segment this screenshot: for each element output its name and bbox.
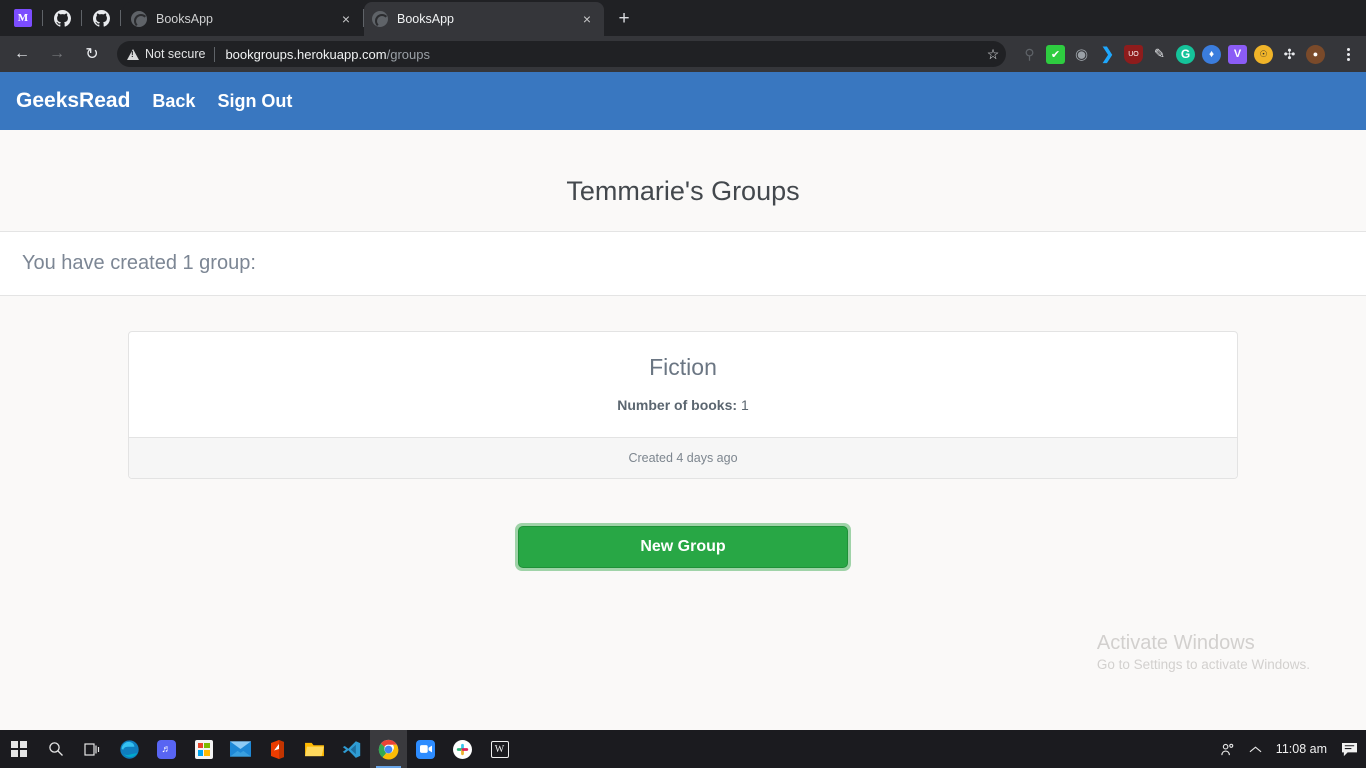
discord-icon[interactable]: ♬ [148, 730, 185, 768]
task-view-icon[interactable] [74, 730, 111, 768]
zoom-icon[interactable] [407, 730, 444, 768]
new-group-button-wrap: New Group [0, 523, 1366, 571]
group-title: Fiction [649, 354, 717, 380]
pen-icon[interactable]: ✎ [1150, 45, 1169, 64]
ethereum-icon[interactable]: ♦ [1202, 44, 1221, 64]
divider [214, 46, 216, 62]
office-icon[interactable] [259, 730, 296, 768]
checkmark-icon[interactable]: ✔ [1046, 44, 1065, 64]
forward-icon[interactable]: → [43, 40, 71, 68]
tab-title: BooksApp [156, 12, 213, 26]
divider [120, 10, 121, 26]
puzzle-extensions-icon[interactable]: ✣ [1280, 45, 1299, 64]
crescent-icon[interactable]: ❯ [1098, 45, 1117, 64]
security-status: Not secure [145, 47, 206, 61]
search-icon[interactable] [37, 730, 74, 768]
group-book-count: Number of books: 1 [145, 397, 1221, 413]
books-count: 1 [740, 397, 749, 413]
group-created-footer: Created 4 days ago [129, 437, 1237, 478]
books-label: Number of books: [617, 397, 738, 413]
pinned-tabs: M [6, 0, 123, 36]
nerd-face-icon[interactable]: ☉ [1254, 44, 1273, 64]
not-secure-warning-icon [127, 48, 139, 60]
group-count-alert: You have created 1 group: [0, 231, 1366, 296]
taskbar-items: ♬ W [0, 730, 518, 768]
chevron-up-icon[interactable] [1249, 745, 1262, 754]
tab-booksapp-1[interactable]: BooksApp × [123, 2, 363, 36]
back-icon[interactable]: ← [8, 40, 36, 68]
mail-icon[interactable] [222, 730, 259, 768]
start-button[interactable] [0, 730, 37, 768]
github-icon-2[interactable] [88, 5, 114, 31]
github-icon[interactable] [49, 5, 75, 31]
tab-strip: M BooksApp × BooksApp × + [0, 0, 1366, 36]
system-tray: 11:08 am [1220, 730, 1366, 768]
google-chrome-icon[interactable] [370, 730, 407, 768]
grammarly-icon[interactable]: G [1176, 44, 1195, 64]
file-explorer-icon[interactable] [296, 730, 333, 768]
clock[interactable]: 11:08 am [1276, 742, 1327, 756]
divider [42, 10, 43, 26]
people-icon[interactable] [1220, 742, 1235, 757]
card-body: Fiction Number of books: 1 [129, 332, 1237, 437]
favicon [131, 11, 148, 28]
extensions-row: ⚲ ✔ ◉ ❯ UO ✎ G ♦ V ☉ ✣ ● [1016, 43, 1358, 65]
focus-ring: New Group [515, 523, 851, 571]
ublock-origin-icon[interactable]: UO [1124, 44, 1143, 64]
url-path: /groups [386, 46, 430, 62]
notifications-icon[interactable] [1341, 742, 1358, 757]
page-title: Temmarie's Groups [566, 176, 800, 206]
watermark-subtitle: Go to Settings to activate Windows. [1096, 657, 1310, 672]
microsoft-edge-icon[interactable] [111, 730, 148, 768]
new-group-button[interactable]: New Group [518, 526, 848, 568]
tab-booksapp-2[interactable]: BooksApp × [364, 2, 604, 36]
nav-link-sign-out[interactable]: Sign Out [217, 91, 292, 112]
tab-title: BooksApp [397, 12, 454, 26]
site-navbar: GeeksRead Back Sign Out [0, 72, 1366, 130]
slack-icon[interactable] [444, 730, 481, 768]
chrome-menu-icon[interactable] [1338, 43, 1358, 65]
bookmark-star-icon[interactable]: ☆ [980, 41, 1006, 67]
divider [81, 10, 82, 26]
close-icon[interactable]: × [337, 10, 355, 28]
monad-icon[interactable]: M [10, 5, 36, 31]
group-card-fiction[interactable]: Fiction Number of books: 1 Created 4 day… [128, 331, 1238, 479]
circle-dots-icon[interactable]: ◉ [1072, 45, 1091, 64]
url-host: bookgroups.herokuapp.com [225, 46, 387, 62]
new-tab-button[interactable]: + [610, 5, 638, 33]
search-shield-icon[interactable]: ⚲ [1020, 45, 1039, 64]
group-card-list: Fiction Number of books: 1 Created 4 day… [0, 331, 1366, 479]
microsoft-store-icon[interactable] [185, 730, 222, 768]
brand-geeksread[interactable]: GeeksRead [16, 89, 130, 113]
page-content: GeeksRead Back Sign Out Temmarie's Group… [0, 72, 1366, 730]
windows-activation-watermark: Activate Windows Go to Settings to activ… [1097, 630, 1310, 672]
alert-text: You have created 1 group: [22, 252, 256, 274]
profile-avatar[interactable]: ● [1306, 44, 1325, 64]
windows-taskbar: ♬ W 11:08 am [0, 730, 1366, 768]
browser-window: M BooksApp × BooksApp × + ← → ↻ ! Not se… [0, 0, 1366, 730]
nav-link-back[interactable]: Back [152, 91, 195, 112]
favicon [372, 11, 389, 28]
vimium-icon[interactable]: V [1228, 44, 1247, 64]
watermark-title: Activate Windows [1096, 632, 1255, 654]
reload-icon[interactable]: ↻ [78, 40, 106, 68]
address-bar[interactable]: Not secure bookgroups.herokuapp.com /gro… [117, 41, 1002, 67]
vs-code-icon[interactable] [333, 730, 370, 768]
close-icon[interactable]: × [578, 10, 596, 28]
wordpad-icon[interactable]: W [481, 730, 518, 768]
browser-toolbar: ← → ↻ Not secure bookgroups.herokuapp.co… [0, 36, 1366, 72]
